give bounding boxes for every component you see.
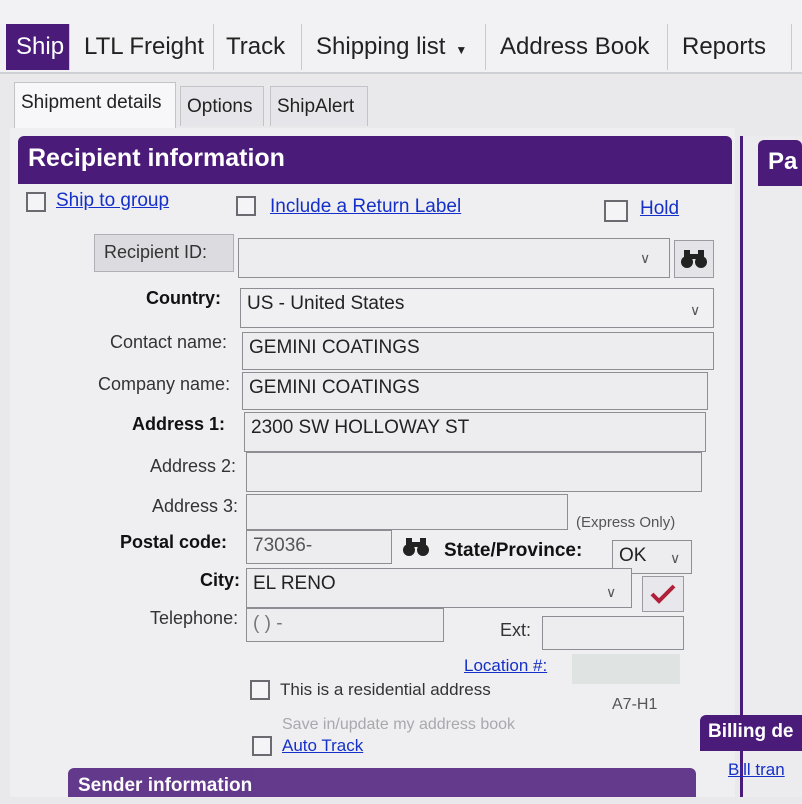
ext-input[interactable]: [542, 616, 684, 650]
country-label: Country:: [146, 288, 221, 308]
ship-to-group-checkbox[interactable]: [26, 192, 46, 212]
recipient-header: Recipient information: [18, 136, 732, 184]
package-header: Pa: [758, 140, 802, 186]
subtab-label: Options: [187, 96, 253, 117]
city-select[interactable]: EL RENO: [246, 568, 632, 608]
postal-code-label: Postal code:: [120, 532, 228, 552]
subtab-label: Shipment details: [21, 92, 162, 113]
state-province-label: State/Province:: [444, 540, 583, 561]
auto-track-checkbox[interactable]: [252, 736, 272, 756]
contact-name-input[interactable]: GEMINI COATINGS: [242, 332, 714, 370]
binoculars-icon[interactable]: [402, 536, 430, 558]
address3-input[interactable]: [246, 494, 568, 530]
contact-name-label: Contact name:: [110, 332, 228, 352]
postal-code-input[interactable]: 73036-: [246, 530, 392, 564]
address3-label: Address 3:: [152, 496, 239, 516]
tab-address-book[interactable]: Address Book: [490, 24, 668, 70]
address1-input[interactable]: 2300 SW HOLLOWAY ST: [244, 412, 706, 452]
tab-label: Track: [226, 33, 286, 60]
tab-label: Address Book: [500, 33, 650, 60]
tab-ltl-freight[interactable]: LTL Freight: [74, 24, 214, 70]
subtab-shipment-details[interactable]: Shipment details: [14, 82, 176, 128]
recipient-id-select[interactable]: [238, 238, 670, 278]
residential-checkbox[interactable]: [250, 680, 270, 700]
telephone-label: Telephone:: [150, 608, 239, 628]
city-label: City:: [200, 570, 240, 590]
ext-label: Ext:: [500, 620, 532, 640]
telephone-input[interactable]: ( ) -: [246, 608, 444, 642]
sender-header: Sender information: [68, 768, 696, 797]
include-return-label-link[interactable]: Include a Return Label: [270, 196, 461, 218]
location-link[interactable]: Location #:: [464, 656, 547, 676]
auto-track-link[interactable]: Auto Track: [282, 736, 363, 756]
tab-ship[interactable]: Ship: [6, 24, 70, 70]
subtab-options[interactable]: Options: [180, 86, 264, 126]
tab-reports[interactable]: Reports: [672, 24, 792, 70]
residential-label: This is a residential address: [280, 680, 491, 699]
location-code: A7-H1: [612, 696, 658, 713]
tab-label: Reports: [682, 33, 767, 60]
recipient-header-text: Recipient information: [28, 144, 285, 172]
chevron-down-icon[interactable]: ∨: [606, 584, 616, 601]
recipient-lookup-button[interactable]: [674, 240, 714, 278]
express-only-note: (Express Only): [576, 514, 676, 531]
country-select[interactable]: US - United States: [240, 288, 714, 328]
binoculars-icon: [681, 250, 707, 268]
hold-checkbox[interactable]: [604, 200, 628, 222]
chevron-down-icon[interactable]: ∨: [690, 302, 700, 319]
top-tab-bar: Ship LTL Freight Track Shipping list ▼ Ad…: [0, 0, 802, 74]
checkmark-icon: [650, 584, 676, 604]
billing-header-text: Billing de: [708, 721, 794, 742]
subtab-shipalert[interactable]: ShipAlert: [270, 86, 368, 126]
company-name-input[interactable]: GEMINI COATINGS: [242, 372, 708, 410]
address1-label: Address 1:: [132, 414, 226, 434]
validate-address-button[interactable]: [642, 576, 684, 612]
tab-shipping-list[interactable]: Shipping list ▼: [306, 24, 486, 70]
tab-track[interactable]: Track: [216, 24, 302, 70]
tab-label: Ship: [16, 33, 65, 60]
ship-to-group-link[interactable]: Ship to group: [56, 190, 169, 212]
package-header-text: Pa: [768, 148, 798, 175]
location-field[interactable]: [572, 654, 680, 684]
chevron-down-icon[interactable]: ∨: [670, 550, 680, 567]
tab-label: LTL Freight: [84, 33, 205, 60]
address2-input[interactable]: [246, 452, 702, 492]
subtab-label: ShipAlert: [277, 96, 355, 117]
sender-header-text: Sender information: [78, 775, 253, 796]
hold-link[interactable]: Hold: [640, 198, 679, 220]
bill-transportation-link[interactable]: Bill tran: [728, 760, 785, 780]
company-name-label: Company name:: [98, 374, 231, 394]
chevron-down-icon[interactable]: ∨: [640, 250, 650, 267]
address2-label: Address 2:: [150, 456, 237, 476]
right-panel: [740, 136, 802, 797]
include-return-label-checkbox[interactable]: [236, 196, 256, 216]
tab-label: Shipping list: [316, 33, 446, 60]
billing-header: Billing de: [700, 715, 802, 751]
recipient-id-label: Recipient ID:: [104, 242, 208, 262]
chevron-down-icon: ▼: [455, 43, 468, 57]
save-address-label: Save in/update my address book: [282, 716, 516, 733]
